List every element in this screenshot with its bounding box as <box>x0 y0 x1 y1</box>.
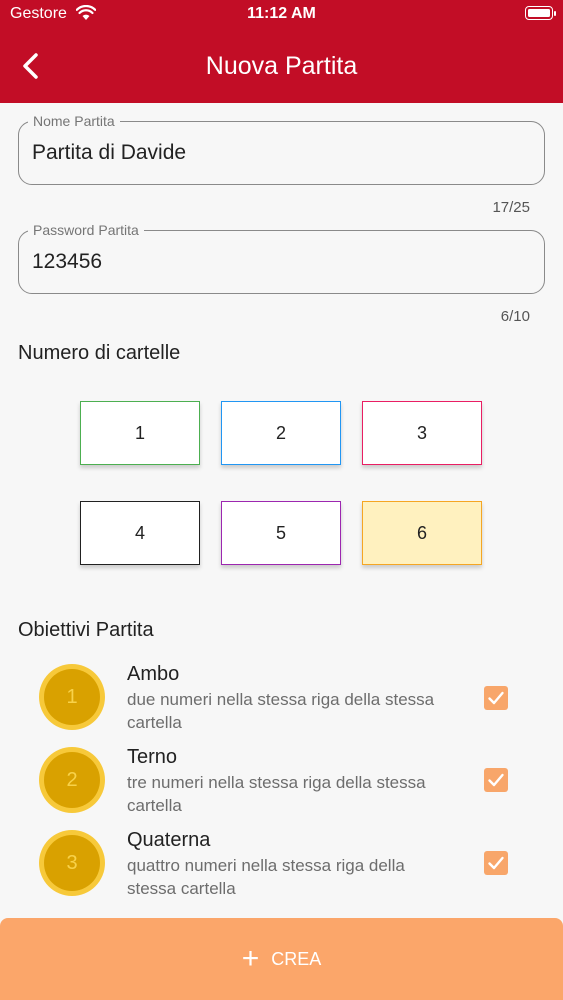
objective-2-badge: 2 <box>39 747 105 813</box>
objective-2-description: tre numeri nella stessa riga della stess… <box>127 773 426 815</box>
card-count-option-4[interactable]: 4 <box>80 501 200 565</box>
objectives-heading: Obiettivi Partita <box>18 619 154 641</box>
objective-3-number: 3 <box>44 835 100 891</box>
game-name-field[interactable]: Nome Partita Partita di Davide <box>18 112 545 185</box>
card-count-option-5[interactable]: 5 <box>221 501 341 565</box>
objective-3-checkbox[interactable] <box>484 851 508 875</box>
card-count-option-2[interactable]: 2 <box>221 401 341 465</box>
card-count-option-1[interactable]: 1 <box>80 401 200 465</box>
create-game-button[interactable]: + CREA <box>0 918 563 1000</box>
objective-3-badge: 3 <box>39 830 105 896</box>
objective-1-description: due numeri nella stessa riga della stess… <box>127 690 435 732</box>
clock: 11:12 AM <box>247 5 316 22</box>
checkmark-icon <box>488 691 504 705</box>
game-password-label: Password Partita <box>28 221 144 239</box>
objective-1-checkbox[interactable] <box>484 686 508 710</box>
objective-3-title: Quaterna <box>127 829 211 851</box>
checkmark-icon <box>488 773 504 787</box>
game-password-field[interactable]: Password Partita 123456 <box>18 221 545 294</box>
objective-2-number: 2 <box>44 752 100 808</box>
create-button-label: CREA <box>271 948 322 969</box>
card-count-option-3[interactable]: 3 <box>362 401 482 465</box>
status-bar: Gestore 11:12 AM <box>0 0 563 30</box>
plus-icon: + <box>241 942 260 975</box>
game-password-input[interactable]: 123456 <box>32 250 102 274</box>
app-header: Gestore 11:12 AM Nuova Partita <box>0 0 563 103</box>
objective-2-checkbox[interactable] <box>484 768 508 792</box>
objective-1-badge: 1 <box>39 664 105 730</box>
game-name-counter: 17/25 <box>492 199 530 216</box>
objective-3-description: quattro numeri nella stessa riga della s… <box>127 856 405 898</box>
objective-2-title: Terno <box>127 746 178 768</box>
objective-1-number: 1 <box>44 669 100 725</box>
card-count-option-6-selected[interactable]: 6 <box>362 501 482 565</box>
game-name-label: Nome Partita <box>28 112 120 130</box>
game-name-input[interactable]: Partita di Davide <box>32 141 186 165</box>
battery-icon <box>525 6 556 20</box>
game-password-counter: 6/10 <box>500 308 530 325</box>
objective-1-title: Ambo <box>127 663 180 685</box>
checkmark-icon <box>488 856 504 870</box>
cards-heading: Numero di cartelle <box>18 342 181 364</box>
page-title: Nuova Partita <box>205 52 358 80</box>
